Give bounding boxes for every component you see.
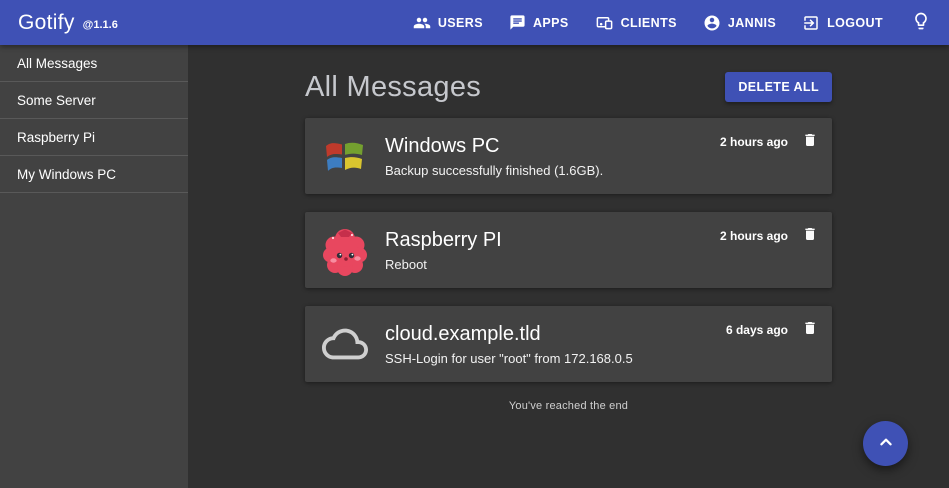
trash-icon [802, 225, 818, 246]
sidebar-item-my-windows-pc[interactable]: My Windows PC [0, 156, 188, 193]
message-timestamp: 2 hours ago [720, 229, 788, 243]
nav-logout-label: LOGOUT [827, 16, 883, 30]
sidebar-item-some-server[interactable]: Some Server [0, 82, 188, 119]
nav-clients-label: CLIENTS [621, 16, 677, 30]
message-card: cloud.example.tld SSH-Login for user "ro… [305, 306, 832, 382]
nav-apps[interactable]: APPS [509, 14, 569, 31]
nav-current-user[interactable]: JANNIS [703, 14, 776, 32]
trash-icon [802, 131, 818, 152]
sidebar-item-raspberry-pi[interactable]: Raspberry Pi [0, 119, 188, 156]
chevron-up-icon [875, 431, 897, 456]
chat-icon [509, 14, 526, 31]
message-body: SSH-Login for user "root" from 172.168.0… [385, 351, 726, 366]
app-title: Gotify [18, 11, 75, 35]
theme-toggle-button[interactable] [911, 11, 931, 34]
trash-icon [802, 319, 818, 340]
users-icon [413, 14, 431, 32]
windows-logo-image [321, 130, 369, 182]
cloud-icon [321, 318, 369, 370]
account-circle-icon [703, 14, 721, 32]
message-card: Windows PC Backup successfully finished … [305, 118, 832, 194]
nav-user-label: JANNIS [728, 16, 776, 30]
message-body: Reboot [385, 257, 720, 272]
end-of-list-text: You've reached the end [305, 400, 832, 412]
nav-users-label: USERS [438, 16, 483, 30]
message-title: Windows PC [385, 135, 720, 158]
sidebar-item-all-messages[interactable]: All Messages [0, 45, 188, 82]
delete-message-button[interactable] [802, 319, 818, 340]
delete-all-button[interactable]: DELETE ALL [725, 72, 832, 102]
message-title: Raspberry PI [385, 229, 720, 252]
lightbulb-icon [911, 11, 931, 34]
devices-icon [595, 14, 614, 32]
message-title: cloud.example.tld [385, 323, 726, 346]
main-area: All Messages DELETE ALL Windows PC Backu… [188, 45, 949, 488]
message-body: Backup successfully finished (1.6GB). [385, 163, 720, 178]
delete-message-button[interactable] [802, 225, 818, 246]
page-title: All Messages [305, 71, 481, 104]
message-card: Raspberry PI Reboot 2 hours ago [305, 212, 832, 288]
scroll-to-top-button[interactable] [863, 421, 908, 466]
app-bar: Gotify @1.1.6 USERS APPS CLIENTS [0, 0, 949, 45]
nav-clients[interactable]: CLIENTS [595, 14, 677, 32]
app-version: @1.1.6 [83, 19, 118, 31]
raspberry-image [321, 224, 369, 276]
logout-icon [802, 14, 820, 32]
sidebar: All Messages Some Server Raspberry Pi My… [0, 45, 188, 488]
message-timestamp: 6 days ago [726, 323, 788, 337]
header-nav: USERS APPS CLIENTS JANNIS [413, 14, 883, 32]
nav-apps-label: APPS [533, 16, 569, 30]
message-timestamp: 2 hours ago [720, 135, 788, 149]
delete-message-button[interactable] [802, 131, 818, 152]
nav-logout[interactable]: LOGOUT [802, 14, 883, 32]
nav-users[interactable]: USERS [413, 14, 483, 32]
